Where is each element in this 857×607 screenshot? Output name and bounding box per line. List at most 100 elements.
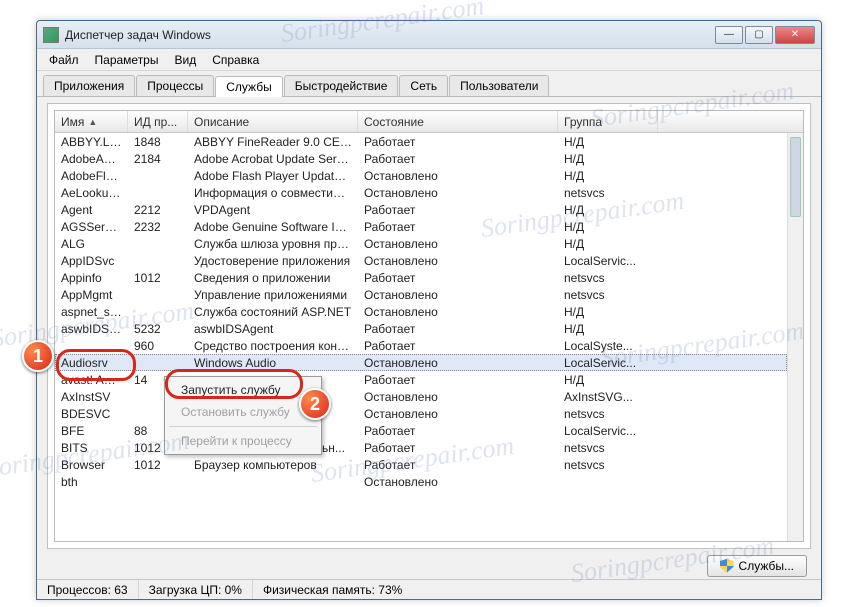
table-row[interactable]: aswbIDSAg...5232aswbIDSAgentРаботаетН/Д (55, 320, 787, 337)
tab-applications[interactable]: Приложения (43, 75, 135, 96)
table-cell: Браузер компьютеров (188, 458, 358, 472)
table-cell: Работает (358, 441, 558, 455)
window-title: Диспетчер задач Windows (65, 28, 713, 42)
table-cell: 2184 (128, 152, 188, 166)
minimize-button[interactable]: — (715, 26, 743, 44)
vertical-scrollbar[interactable] (787, 133, 803, 541)
table-row[interactable]: AGSService2232Adobe Genuine Software Int… (55, 218, 787, 235)
table-cell: Информация о совместимос... (188, 186, 358, 200)
maximize-button[interactable]: ▢ (745, 26, 773, 44)
table-cell: AppMgmt (55, 288, 128, 302)
context-stop-service: Остановить службу (167, 401, 319, 423)
table-cell: ABBYY FineReader 9.0 CE Lic... (188, 135, 358, 149)
table-cell: Н/Д (558, 373, 658, 387)
col-pid[interactable]: ИД пр... (128, 111, 188, 132)
table-cell: Остановлено (358, 186, 558, 200)
table-cell: Работает (358, 135, 558, 149)
table-cell: Н/Д (558, 169, 658, 183)
table-cell: netsvcs (558, 288, 658, 302)
tab-networking[interactable]: Сеть (399, 75, 448, 96)
menu-options[interactable]: Параметры (87, 51, 167, 69)
list-header: Имя▲ ИД пр... Описание Состояние Группа (55, 111, 803, 133)
menu-view[interactable]: Вид (166, 51, 204, 69)
col-name[interactable]: Имя▲ (55, 111, 128, 132)
table-cell: Н/Д (558, 135, 658, 149)
col-state[interactable]: Состояние (358, 111, 558, 132)
table-row[interactable]: Appinfo1012Сведения о приложенииРаботает… (55, 269, 787, 286)
tab-performance[interactable]: Быстродействие (284, 75, 399, 96)
context-menu: Запустить службу Остановить службу Перей… (164, 376, 322, 455)
table-cell: Н/Д (558, 322, 658, 336)
tab-services[interactable]: Службы (215, 76, 282, 97)
table-cell: 1012 (128, 458, 188, 472)
table-cell: netsvcs (558, 186, 658, 200)
table-cell: 1848 (128, 135, 188, 149)
table-cell: Остановлено (358, 288, 558, 302)
table-cell: Н/Д (558, 220, 658, 234)
table-cell: Работает (358, 322, 558, 336)
table-row[interactable]: AeLookupSvcИнформация о совместимос...Ос… (55, 184, 787, 201)
table-cell: Browser (55, 458, 128, 472)
table-row[interactable]: ABBYY.Lice...1848ABBYY FineReader 9.0 CE… (55, 133, 787, 150)
table-row[interactable]: Agent2212VPDAgentРаботаетН/Д (55, 201, 787, 218)
table-cell: Работает (358, 424, 558, 438)
table-cell: Н/Д (558, 203, 658, 217)
table-cell: Остановлено (358, 356, 558, 370)
list-body: ABBYY.Lice...1848ABBYY FineReader 9.0 CE… (55, 133, 787, 541)
table-cell: Работает (358, 458, 558, 472)
table-cell: Сведения о приложении (188, 271, 358, 285)
table-cell: 2212 (128, 203, 188, 217)
table-cell: BITS (55, 441, 128, 455)
context-start-service[interactable]: Запустить службу (167, 379, 319, 401)
table-cell: AppIDSvc (55, 254, 128, 268)
menu-help[interactable]: Справка (204, 51, 267, 69)
services-list: Имя▲ ИД пр... Описание Состояние Группа … (54, 110, 804, 542)
table-row[interactable]: aspnet_stateСлужба состояний ASP.NETОста… (55, 303, 787, 320)
table-cell: netsvcs (558, 458, 658, 472)
table-cell: ABBYY.Lice... (55, 135, 128, 149)
table-cell: AdobeFlash... (55, 169, 128, 183)
table-cell: Остановлено (358, 305, 558, 319)
table-cell: 2232 (128, 220, 188, 234)
table-row[interactable]: AppMgmtУправление приложениямиОстановлен… (55, 286, 787, 303)
scrollbar-thumb[interactable] (790, 137, 801, 217)
close-button[interactable]: ✕ (775, 26, 815, 44)
table-cell: Остановлено (358, 169, 558, 183)
table-cell: Н/Д (558, 237, 658, 251)
table-row[interactable]: 960Средство построения коне...РаботаетLo… (55, 337, 787, 354)
col-description[interactable]: Описание (188, 111, 358, 132)
table-cell: Adobe Flash Player Update S... (188, 169, 358, 183)
sort-indicator-icon: ▲ (88, 117, 97, 127)
table-row[interactable]: AppIDSvcУдостоверение приложенияОстановл… (55, 252, 787, 269)
table-row[interactable]: ALGСлужба шлюза уровня прил...Остановлен… (55, 235, 787, 252)
app-icon (43, 27, 59, 43)
table-cell: LocalServic... (558, 424, 658, 438)
status-cpu: Загрузка ЦП: 0% (139, 580, 253, 599)
table-row[interactable]: AdobeARM...2184Adobe Acrobat Update Serv… (55, 150, 787, 167)
table-cell: Работает (358, 373, 558, 387)
table-cell: 960 (128, 339, 188, 353)
context-separator (169, 426, 317, 427)
col-group[interactable]: Группа (558, 111, 658, 132)
table-row[interactable]: AudiosrvWindows AudioОстановленоLocalSer… (55, 354, 787, 371)
table-cell: Остановлено (358, 407, 558, 421)
table-row[interactable]: AdobeFlash... Adobe Flash Player Update S… (55, 167, 787, 184)
table-cell: bth (55, 475, 128, 489)
tab-users[interactable]: Пользователи (449, 75, 549, 96)
table-cell: LocalServic... (558, 356, 658, 370)
table-cell: Agent (55, 203, 128, 217)
table-cell: BFE (55, 424, 128, 438)
table-cell: Windows Audio (188, 356, 358, 370)
table-cell: LocalServic... (558, 254, 658, 268)
menu-file[interactable]: Файл (41, 51, 87, 69)
table-cell: AdobeARM... (55, 152, 128, 166)
table-cell: 1012 (128, 271, 188, 285)
tabstrip: Приложения Процессы Службы Быстродействи… (37, 71, 821, 97)
tab-processes[interactable]: Процессы (136, 75, 214, 96)
services-button[interactable]: Службы... (707, 555, 807, 577)
shield-icon (720, 559, 734, 573)
table-cell: Остановлено (358, 254, 558, 268)
table-row[interactable]: bthОстановлено (55, 473, 787, 490)
table-row[interactable]: Browser1012Браузер компьютеровРаботаетne… (55, 456, 787, 473)
table-cell: AGSService (55, 220, 128, 234)
